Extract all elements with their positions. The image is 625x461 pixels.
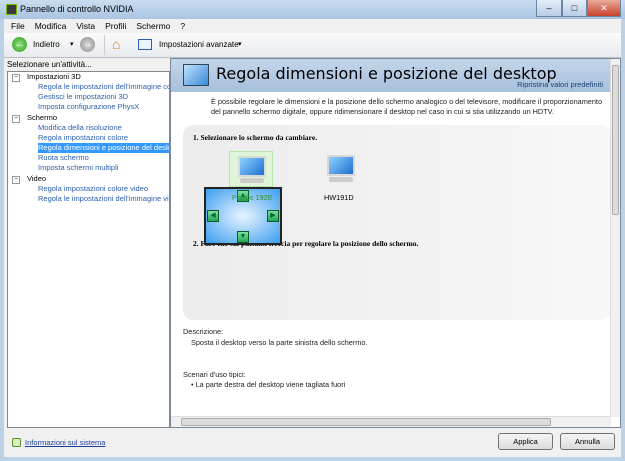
close-button[interactable]: ✕ [587, 0, 621, 17]
back-arrow-icon[interactable]: ← [12, 37, 27, 52]
system-info-link[interactable]: Informazioni sul sistema [25, 438, 105, 447]
page-description: È possibile regolare le dimensioni e la … [211, 97, 603, 116]
arrow-left-button[interactable]: ◀ [207, 210, 219, 222]
tree-category-schermo[interactable]: Schermo [27, 113, 57, 123]
tree-category-3d[interactable]: Impostazioni 3D [27, 72, 81, 82]
usage-label: Scenari d'uso tipici: [183, 370, 246, 379]
advanced-settings-button[interactable]: Impostazioni avanzate [159, 40, 239, 49]
task-tree: − Impostazioni 3D Regola le impostazioni… [7, 71, 170, 428]
menu-vista[interactable]: Vista [76, 21, 95, 31]
task-pane: Selezionare un'attività... − Impostazion… [4, 58, 170, 428]
menu-bar: File Modifica Vista Profili Schermo ? [4, 19, 621, 33]
page-title: Regola dimensioni e posizione del deskto… [216, 64, 557, 83]
tree-category-video[interactable]: Video [27, 174, 46, 184]
display-hw191d-label[interactable]: HW191D [324, 193, 354, 202]
collapse-icon[interactable]: − [12, 176, 20, 184]
monitor-icon [327, 155, 355, 176]
collapse-icon[interactable]: − [12, 115, 20, 123]
menu-modifica[interactable]: Modifica [35, 21, 67, 31]
display-philips-label[interactable]: Philips 192E [232, 193, 273, 202]
nvidia-app-icon [6, 4, 17, 15]
collapse-icon[interactable]: − [12, 74, 20, 82]
content-pane: Regola dimensioni e posizione del deskto… [170, 58, 621, 428]
usage-item-text: La parte destra del desktop viene taglia… [195, 380, 346, 389]
task-caption: Selezionare un'attività... [7, 60, 92, 69]
tree-item[interactable]: Regola impostazioni colore [38, 133, 128, 143]
horizontal-scrollbar[interactable] [171, 416, 611, 427]
description-label: Descrizione: [183, 327, 224, 336]
home-icon[interactable]: ⌂ [112, 37, 120, 52]
menu-schermo[interactable]: Schermo [136, 21, 170, 31]
tree-item[interactable]: Regola impostazioni colore video [38, 184, 148, 194]
advanced-settings-icon[interactable] [138, 39, 152, 50]
tree-item[interactable]: Imposta configurazione PhysX [38, 102, 139, 112]
monitor-base [329, 177, 353, 182]
bottom-bar: Informazioni sul sistema Applica Annulla [4, 428, 621, 457]
scroll-thumb[interactable] [612, 65, 619, 215]
usage-item: • La parte destra del desktop viene tagl… [191, 380, 346, 389]
scroll-thumb[interactable] [181, 418, 551, 426]
step1-heading: 1. Selezionare lo schermo da cambiare. [193, 133, 318, 142]
tree-item[interactable]: Imposta schermi multipli [38, 163, 118, 173]
monitor-base [240, 178, 264, 183]
tree-item-selected[interactable]: Regola dimensioni e posizione del deskto… [38, 143, 169, 153]
system-info-icon[interactable] [12, 438, 21, 447]
menu-help[interactable]: ? [180, 21, 185, 31]
arrow-down-button[interactable]: ▼ [237, 231, 249, 243]
display-philips[interactable] [229, 151, 273, 187]
monitor-icon [238, 156, 266, 177]
display-hw191d[interactable] [319, 151, 363, 187]
cancel-button[interactable]: Annulla [560, 433, 615, 450]
display-settings-icon [183, 64, 209, 86]
tree-item[interactable]: Modifica della risoluzione [38, 123, 122, 133]
page-header: Regola dimensioni e posizione del deskto… [171, 59, 611, 92]
forward-arrow-icon[interactable]: → [80, 37, 95, 52]
toolbar-divider [104, 35, 105, 55]
vertical-scrollbar[interactable] [610, 59, 620, 417]
toolbar: ← Indietro ▾ → ⌂ Impostazioni avanzate ▾ [4, 33, 621, 58]
minimize-button[interactable]: – [536, 0, 562, 17]
restore-defaults-link[interactable]: Ripristina valori predefiniti [517, 80, 603, 89]
window-title: Pannello di controllo NVIDIA [20, 4, 134, 14]
menu-profili[interactable]: Profili [105, 21, 126, 31]
tree-item[interactable]: Gestisci le impostazioni 3D [38, 92, 128, 102]
advanced-dropdown-icon[interactable]: ▾ [238, 40, 242, 48]
back-history-dropdown-icon[interactable]: ▾ [70, 40, 74, 48]
tree-item[interactable]: Regola le impostazioni dell'immagine vid… [38, 194, 169, 204]
tree-item[interactable]: Regola le impostazioni dell'immagine con… [38, 82, 169, 92]
menu-file[interactable]: File [11, 21, 25, 31]
arrow-right-button[interactable]: ▶ [267, 210, 279, 222]
back-button[interactable]: Indietro [33, 40, 60, 49]
maximize-button[interactable]: □ [562, 0, 587, 17]
tree-item[interactable]: Ruota schermo [38, 153, 89, 163]
apply-button[interactable]: Applica [498, 433, 553, 450]
title-bar: Pannello di controllo NVIDIA – □ ✕ [0, 0, 625, 19]
description-text: Sposta il desktop verso la parte sinistr… [191, 338, 368, 347]
